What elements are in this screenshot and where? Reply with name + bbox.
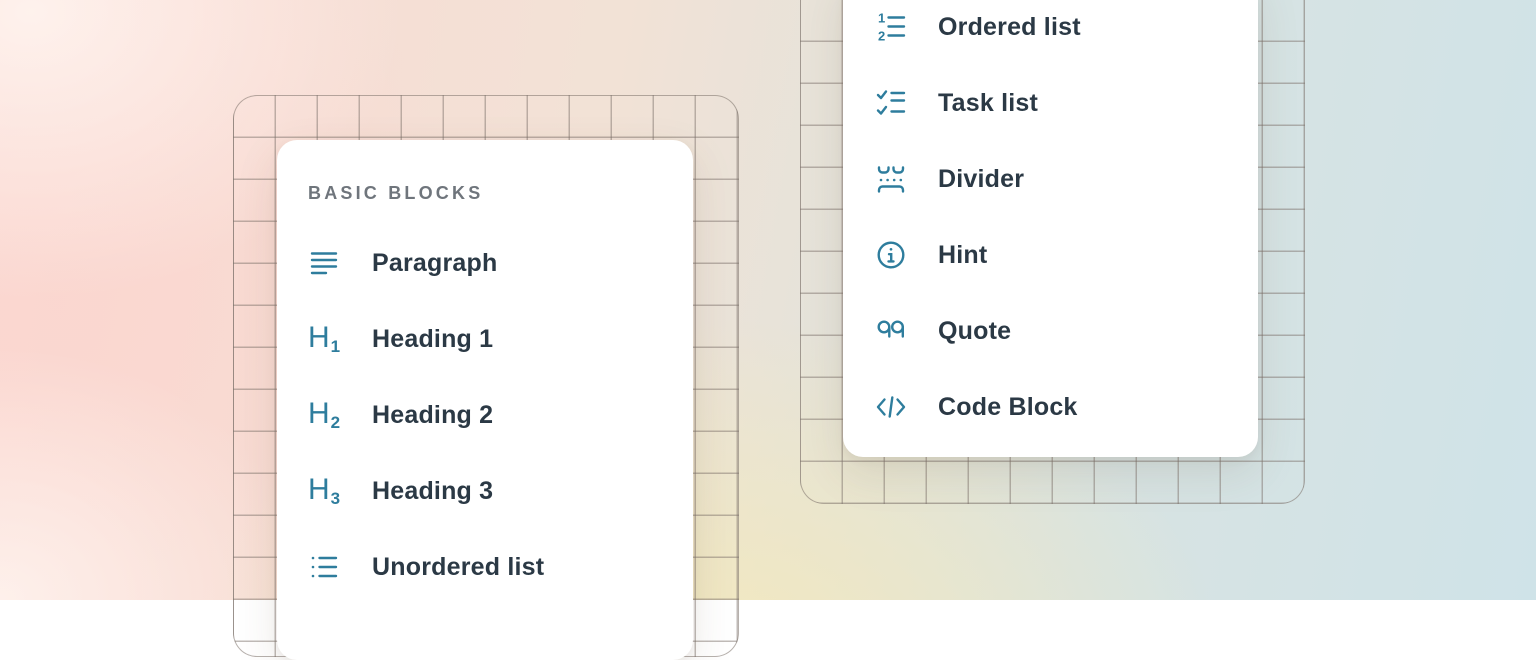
menu-item-code-block[interactable]: Code Block: [843, 369, 1258, 445]
menu-item-label: Heading 3: [372, 477, 493, 506]
menu-item-label: Quote: [938, 317, 1011, 346]
basic-blocks-menu-panel: BASIC BLOCKS Paragraph H1 Heading 1 H2 H…: [277, 140, 693, 660]
hint-icon: [875, 239, 907, 271]
menu-item-hint[interactable]: Hint: [843, 217, 1258, 293]
menu-item-quote[interactable]: Quote: [843, 293, 1258, 369]
menu-item-heading-2[interactable]: H2 Heading 2: [277, 377, 693, 453]
ordered-list-icon: 1 2: [875, 11, 907, 43]
menu-item-task-list[interactable]: Task list: [843, 65, 1258, 141]
unordered-list-icon: [308, 551, 340, 583]
menu-item-label: Divider: [938, 165, 1024, 194]
section-label-basic-blocks: BASIC BLOCKS: [308, 181, 693, 205]
menu-item-label: Task list: [938, 89, 1038, 118]
menu-item-heading-3[interactable]: H3 Heading 3: [277, 453, 693, 529]
blocks-menu-panel-right: 1 2 Ordered list Task list: [843, 0, 1258, 457]
menu-item-paragraph[interactable]: Paragraph: [277, 225, 693, 301]
divider-icon: [875, 163, 907, 195]
menu-item-ordered-list[interactable]: 1 2 Ordered list: [843, 0, 1258, 65]
menu-item-unordered-list[interactable]: Unordered list: [277, 529, 693, 605]
task-list-icon: [875, 87, 907, 119]
menu-item-label: Hint: [938, 241, 987, 270]
heading-2-icon: H2: [308, 399, 340, 431]
code-block-icon: [875, 391, 907, 423]
svg-text:2: 2: [878, 29, 885, 44]
heading-1-icon: H1: [308, 323, 340, 355]
svg-text:1: 1: [878, 11, 885, 26]
menu-item-label: Ordered list: [938, 13, 1081, 42]
heading-3-icon: H3: [308, 475, 340, 507]
menu-item-heading-1[interactable]: H1 Heading 1: [277, 301, 693, 377]
menu-item-label: Heading 1: [372, 325, 493, 354]
menu-item-divider[interactable]: Divider: [843, 141, 1258, 217]
menu-item-label: Code Block: [938, 393, 1078, 422]
menu-item-label: Heading 2: [372, 401, 493, 430]
menu-item-label: Paragraph: [372, 249, 497, 278]
background-gradient: [0, 0, 1536, 600]
paragraph-icon: [308, 247, 340, 279]
quote-icon: [875, 315, 907, 347]
menu-item-label: Unordered list: [372, 553, 544, 582]
